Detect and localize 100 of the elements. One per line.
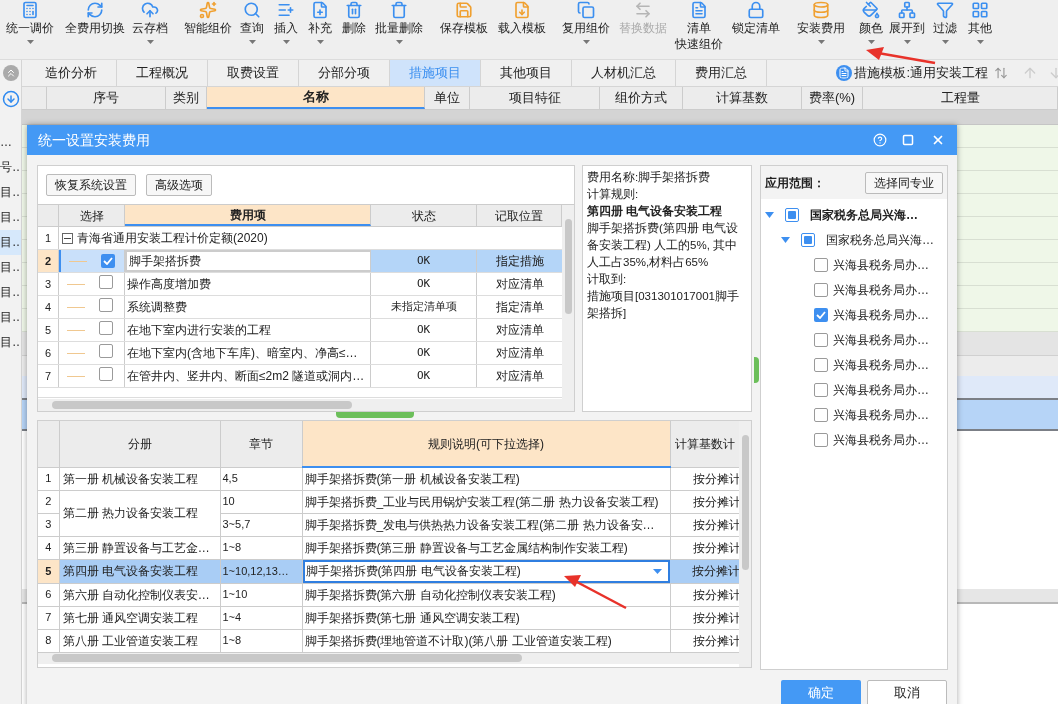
cancel-button[interactable]: 取消 [867,680,947,704]
toolbar-button[interactable]: 查询 [235,0,269,44]
toolbar-button[interactable]: 载入模板 [493,0,551,42]
tree-item[interactable]: 国家税务总局兴海… [810,205,918,224]
toolbar-button[interactable]: 云存档 [127,0,173,44]
column-header[interactable]: 分册 [59,421,220,467]
checkbox[interactable] [99,274,113,289]
tree-item[interactable]: 兴海县税务局办… [833,355,929,374]
sidebar-item[interactable]: 目… [0,280,21,305]
toolbar-button[interactable]: 锁定清单 [727,0,785,42]
caret-icon[interactable] [941,40,949,44]
column-header[interactable]: 组价方式 [600,87,683,109]
column-header[interactable]: 费用项 [125,205,371,226]
checkbox[interactable] [814,307,828,322]
tree-item[interactable]: 兴海县税务局办… [833,255,929,274]
tree-item[interactable]: 兴海县税务局办… [833,380,929,399]
splitter-handle[interactable] [336,412,414,418]
checkbox[interactable] [801,232,815,247]
sidebar-item[interactable]: 目… [0,255,21,280]
toolbar-button[interactable]: 其他 [963,0,997,44]
column-header[interactable]: 单位 [425,87,470,109]
toolbar-button[interactable]: 删除 [337,0,371,42]
horizontal-scrollbar[interactable] [38,399,562,411]
column-header[interactable]: 费率(%) [802,87,863,109]
toolbar-button[interactable]: 全费用切换 [63,0,127,42]
toolbar-button[interactable]: 插入 [269,0,303,44]
column-header[interactable]: 名称 [207,87,425,109]
tab[interactable]: 工程概况 [117,60,208,86]
toolbar-button[interactable]: 安装费用 [791,0,851,44]
toolbar-button[interactable]: 补充 [303,0,337,44]
toolbar-button[interactable]: 智能组价 [181,0,235,42]
column-header[interactable]: 章节 [220,421,302,467]
tree-item[interactable]: 兴海县税务局办… [833,305,929,324]
dialog-button[interactable]: 恢复系统设置 [46,174,136,196]
caret-icon[interactable] [316,40,324,44]
vertical-scrollbar[interactable] [562,205,574,411]
toolbar-button[interactable]: 保存模板 [435,0,493,42]
sidebar-item[interactable]: … [0,130,21,155]
caret-icon[interactable] [395,40,403,44]
caret-icon[interactable] [867,40,875,44]
caret-icon[interactable] [146,40,154,44]
tab[interactable]: 取费设置 [208,60,299,86]
column-header[interactable]: 状态 [371,205,477,226]
tab[interactable]: 人材机汇总 [572,60,676,86]
splitter-handle[interactable] [754,357,759,383]
tab[interactable]: 其他项目 [481,60,572,86]
help-icon[interactable] [873,133,887,147]
vertical-scrollbar[interactable] [739,421,751,667]
table-row[interactable]: 6 在地下室内(含地下车库)、暗室内、净高≤… OK 对应清单 [38,342,562,365]
toolbar-button[interactable]: 清单 快速组价 [671,0,727,58]
column-header[interactable]: 工程量 [863,87,1058,109]
caret-icon[interactable] [582,40,590,44]
caret-icon[interactable] [903,40,911,44]
sidebar-item[interactable]: 目… [0,305,21,330]
toolbar-button[interactable]: 展开到 [887,0,927,44]
template-selector[interactable]: 措施模板:通用安装工程 [854,63,988,83]
checkbox[interactable] [814,257,828,272]
checkbox[interactable] [785,207,799,222]
checkbox[interactable] [814,382,828,397]
dialog-button[interactable]: 高级选项 [146,174,212,196]
sidebar-item[interactable]: 目… [0,180,21,205]
toolbar-button[interactable]: 批量删除 [371,0,427,44]
tree-item[interactable]: 兴海县税务局办… [833,430,929,449]
download-icon[interactable] [1,90,20,108]
tab[interactable]: 造价分析 [26,60,117,86]
expanded-triangle-icon[interactable] [781,236,790,243]
caret-icon[interactable] [817,40,825,44]
close-icon[interactable] [931,133,945,147]
sidebar-item[interactable]: 目… [0,205,21,230]
column-header[interactable]: 规则说明(可下拉选择) [302,421,670,467]
tree-item[interactable]: 兴海县税务局办… [833,280,929,299]
checkbox[interactable] [101,254,115,268]
toolbar-button[interactable]: 复用组价 [557,0,615,44]
dropdown-field[interactable]: 脚手架搭拆费(第四册 电气设备安装工程) [302,559,670,583]
tree-item[interactable]: 国家税务总局兴海… [826,230,934,249]
toolbar-button[interactable]: 颜色 [855,0,887,44]
caret-icon[interactable] [26,40,34,44]
tree-item[interactable]: 兴海县税务局办… [833,330,929,349]
column-header[interactable]: 计算基数 [683,87,802,109]
checkbox[interactable] [814,432,828,447]
sort-icon[interactable] [994,66,1008,80]
checkbox[interactable] [99,343,113,358]
caret-icon[interactable] [282,40,290,44]
tree-item[interactable]: 兴海县税务局办… [833,405,929,424]
column-header[interactable]: 项目特征 [470,87,600,109]
select-same-specialty-button[interactable]: 选择同专业 [865,171,943,194]
checkbox[interactable] [99,366,113,381]
checkbox[interactable] [814,357,828,372]
checkbox[interactable] [99,320,113,335]
table-row[interactable]: 5 在地下室内进行安装的工程 OK 对应清单 [38,319,562,342]
sidebar-item[interactable]: 目… [0,230,21,255]
table-row[interactable]: 7 在管井内、竖井内、断面≤2m2 隧道或洞内… OK 对应清单 [38,365,562,388]
tab[interactable]: 费用汇总 [676,60,767,86]
checkbox[interactable] [814,282,828,297]
checkbox[interactable] [814,332,828,347]
expanded-triangle-icon[interactable] [765,211,774,218]
maximize-icon[interactable] [902,134,914,146]
table-row[interactable]: 2 脚手架搭拆费 OK 指定措施 [38,250,562,273]
sidebar-item[interactable]: 号… [0,155,21,180]
checkbox[interactable] [814,407,828,422]
